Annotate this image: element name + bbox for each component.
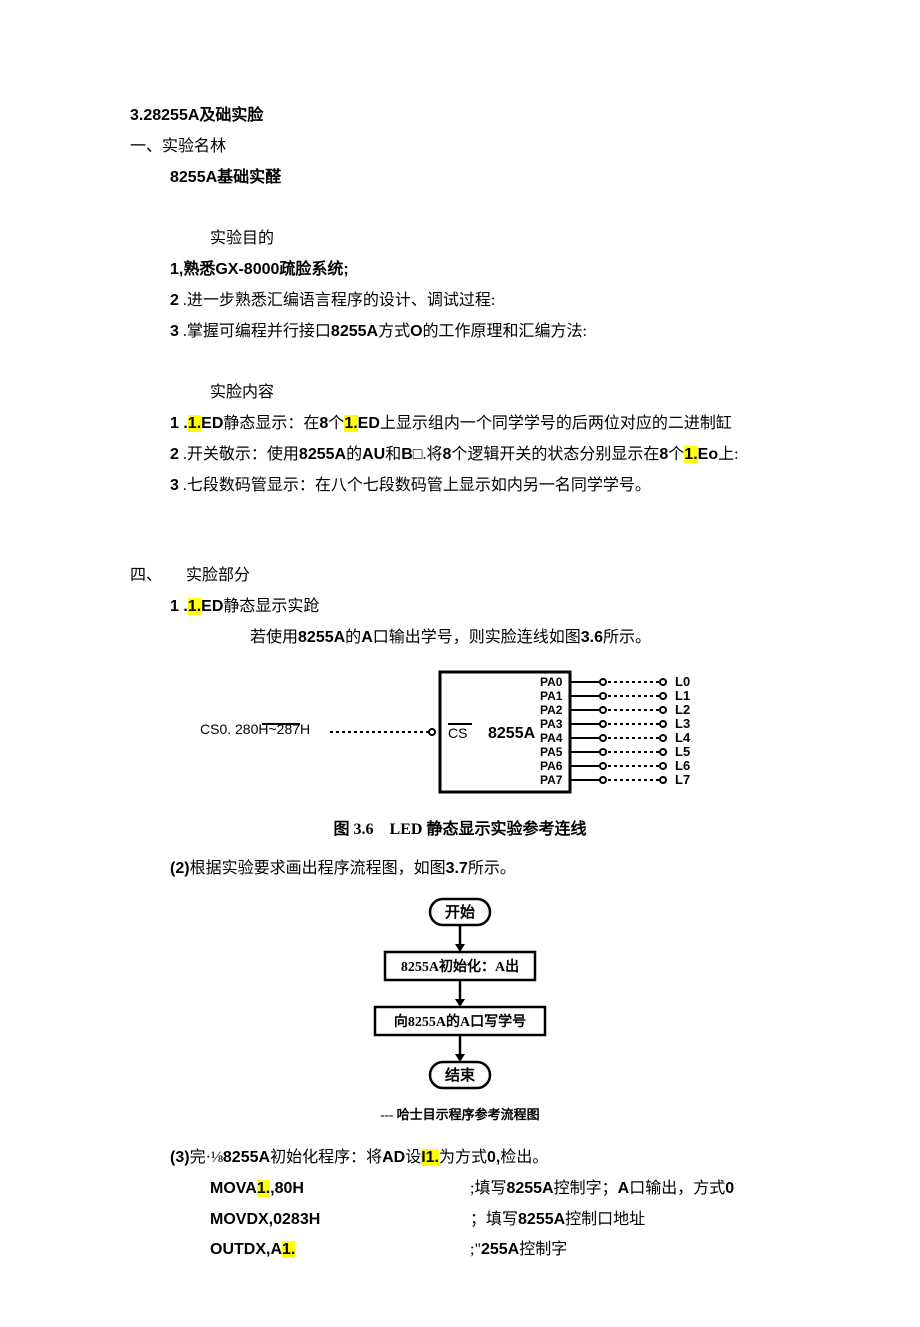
- paragraph-3: (3)完·⅛8255A初始化程序：将AD设I1.为方式0,检出。: [130, 1144, 790, 1173]
- s4-item-1: 1 .1.ED静态显示实跄: [130, 593, 790, 622]
- code-row: OUTDX,A1. ;"255A控制字: [210, 1236, 790, 1265]
- svg-text:L4: L4: [675, 730, 691, 745]
- cs-label: CS0. 280H~287H: [200, 721, 310, 737]
- highlight: 1.: [188, 598, 201, 615]
- svg-text:PA0: PA0: [540, 675, 563, 689]
- s4-item-1-desc: 若使用8255A的A口输出学号，则实脸连线如图3.6所示。: [130, 624, 790, 653]
- svg-text:向8255A的A口写学号: 向8255A的A口写学号: [394, 1013, 526, 1030]
- section-2-title: 实验目的: [130, 225, 790, 254]
- wiring-diagram: CS0. 280H~287H CS 8255A PA0PA1PA2PA3 PA4…: [130, 662, 790, 845]
- section-3-title: 实脸内容: [130, 379, 790, 408]
- svg-text:L3: L3: [675, 716, 690, 731]
- num: 1 .: [170, 415, 188, 432]
- code-block: MOVA1.,80H ;填写8255A控制字；A口输出，方式0 MOVDX,02…: [130, 1175, 790, 1265]
- s3-item-3: 3 .七段数码管显示：在八个七段数码管上显示如内另一名同学学号。: [130, 472, 790, 501]
- comment: ;"255A控制字: [470, 1236, 790, 1265]
- code-row: MOVA1.,80H ;填写8255A控制字；A口输出，方式0: [210, 1175, 790, 1204]
- s3-item-1: 1 .1.ED静态显示：在8个1.ED上显示组内一个同学学号的后两位对应的二进制…: [130, 410, 790, 439]
- s2-item-3: 3 .掌握可编程并行接口8255A方式O的工作原理和汇编方法:: [130, 318, 790, 347]
- highlight: 1.: [684, 446, 697, 463]
- section-4-title: 四、 实脸部分: [130, 562, 790, 591]
- svg-text:--- 哈士目示程序参考流程图: --- 哈士目示程序参考流程图: [380, 1107, 539, 1122]
- s2-item-1: 1,熟悉GX-8000疏脸系统;: [130, 256, 790, 285]
- op: OUTDX,A: [210, 1241, 282, 1258]
- paragraph-2: (2)根据实验要求画出程序流程图，如图3.7所示。: [130, 855, 790, 884]
- op: MOVDX,0283H: [210, 1206, 470, 1235]
- s2-item-1-text: 1,熟悉GX-8000疏脸系统;: [170, 261, 349, 278]
- chip-label: 8255A: [488, 725, 536, 742]
- svg-text:开始: 开始: [445, 903, 475, 921]
- svg-text:PA6: PA6: [540, 759, 563, 773]
- s3-item-2: 2 .开关敬示：使用8255A的AU和B□.将8个逻辑开关的状态分别显示在8个1…: [130, 441, 790, 470]
- svg-text:L0: L0: [675, 674, 690, 689]
- svg-text:结束: 结束: [445, 1066, 476, 1084]
- comment: ;填写8255A控制字；A口输出，方式0: [470, 1175, 790, 1204]
- svg-text:8255A初始化：A出: 8255A初始化：A出: [401, 958, 519, 975]
- flowchart: 开始 8255A初始化：A出 向8255A的A口写学号 结束 --- 哈士目示程…: [130, 894, 790, 1134]
- svg-text:L2: L2: [675, 702, 690, 717]
- num: 1 .: [170, 598, 188, 615]
- svg-text:PA2: PA2: [540, 703, 563, 717]
- cs-pin: CS: [448, 725, 467, 741]
- diagram-caption: 图 3.6 LED 静态显示实验参考连线: [130, 816, 790, 845]
- svg-text:PA5: PA5: [540, 745, 563, 759]
- svg-text:PA3: PA3: [540, 717, 563, 731]
- svg-text:L1: L1: [675, 688, 690, 703]
- code-row: MOVDX,0283H ；填写8255A控制口地址: [210, 1206, 790, 1235]
- document-header: 3.28255A及础实脸: [130, 102, 790, 131]
- op: MOVA: [210, 1180, 257, 1197]
- highlight: 1.: [188, 415, 201, 432]
- operand: ,80H: [270, 1180, 304, 1197]
- comment: ；填写8255A控制口地址: [470, 1206, 790, 1235]
- svg-text:PA4: PA4: [540, 731, 563, 745]
- svg-text:L5: L5: [675, 744, 690, 759]
- highlight: 1.: [282, 1241, 295, 1258]
- svg-text:PA7: PA7: [540, 773, 563, 787]
- highlight: 1.: [257, 1180, 270, 1197]
- highlight: I1.: [421, 1149, 439, 1166]
- svg-text:L7: L7: [675, 772, 690, 787]
- svg-text:PA1: PA1: [540, 689, 563, 703]
- svg-text:L6: L6: [675, 758, 690, 773]
- section-1-title: 一、实验名林: [130, 133, 790, 162]
- section-1-body: 8255A基础实醛: [130, 164, 790, 193]
- highlight: 1.: [344, 415, 357, 432]
- s2-item-2: 2 2 .进一步熟悉汇编语言程序的设计、调试过程:.进一步熟悉汇编语言程序的设计…: [130, 287, 790, 316]
